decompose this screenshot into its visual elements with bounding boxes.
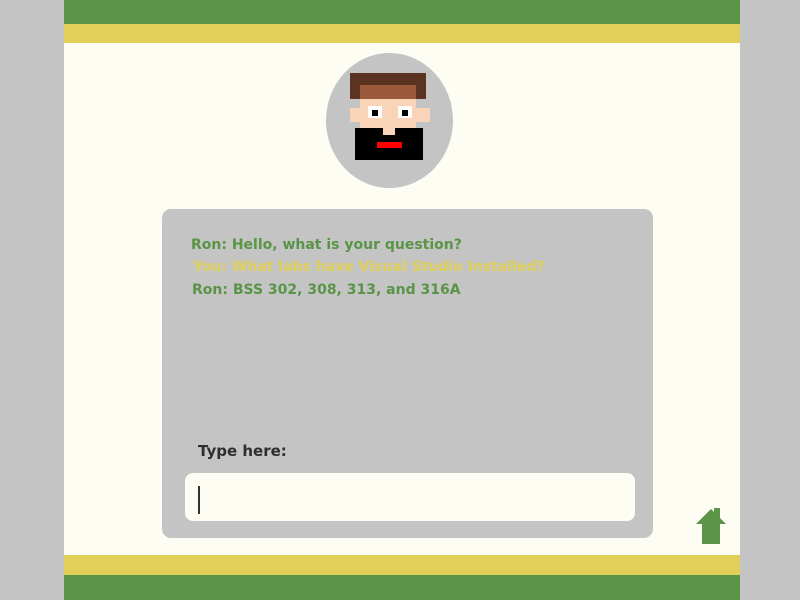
chat-message: Ron: Hello, what is your question? — [191, 237, 462, 253]
header-green-bar — [64, 0, 740, 24]
input-label: Type here: — [198, 442, 287, 460]
chat-panel: Ron: Hello, what is your question? You: … — [162, 209, 653, 538]
text-cursor — [198, 486, 200, 514]
chat-message: Ron: BSS 302, 308, 313, and 316A — [192, 282, 461, 298]
bot-avatar — [326, 53, 453, 188]
header-yellow-bar — [64, 24, 740, 43]
home-button[interactable] — [694, 507, 728, 545]
footer-green-bar — [64, 575, 740, 600]
chat-message: You: What labs have Visual Studio Instal… — [193, 259, 545, 275]
home-icon — [696, 508, 726, 544]
pixel-face-icon — [350, 73, 430, 160]
footer-yellow-bar — [64, 555, 740, 575]
chat-input[interactable] — [185, 473, 635, 521]
